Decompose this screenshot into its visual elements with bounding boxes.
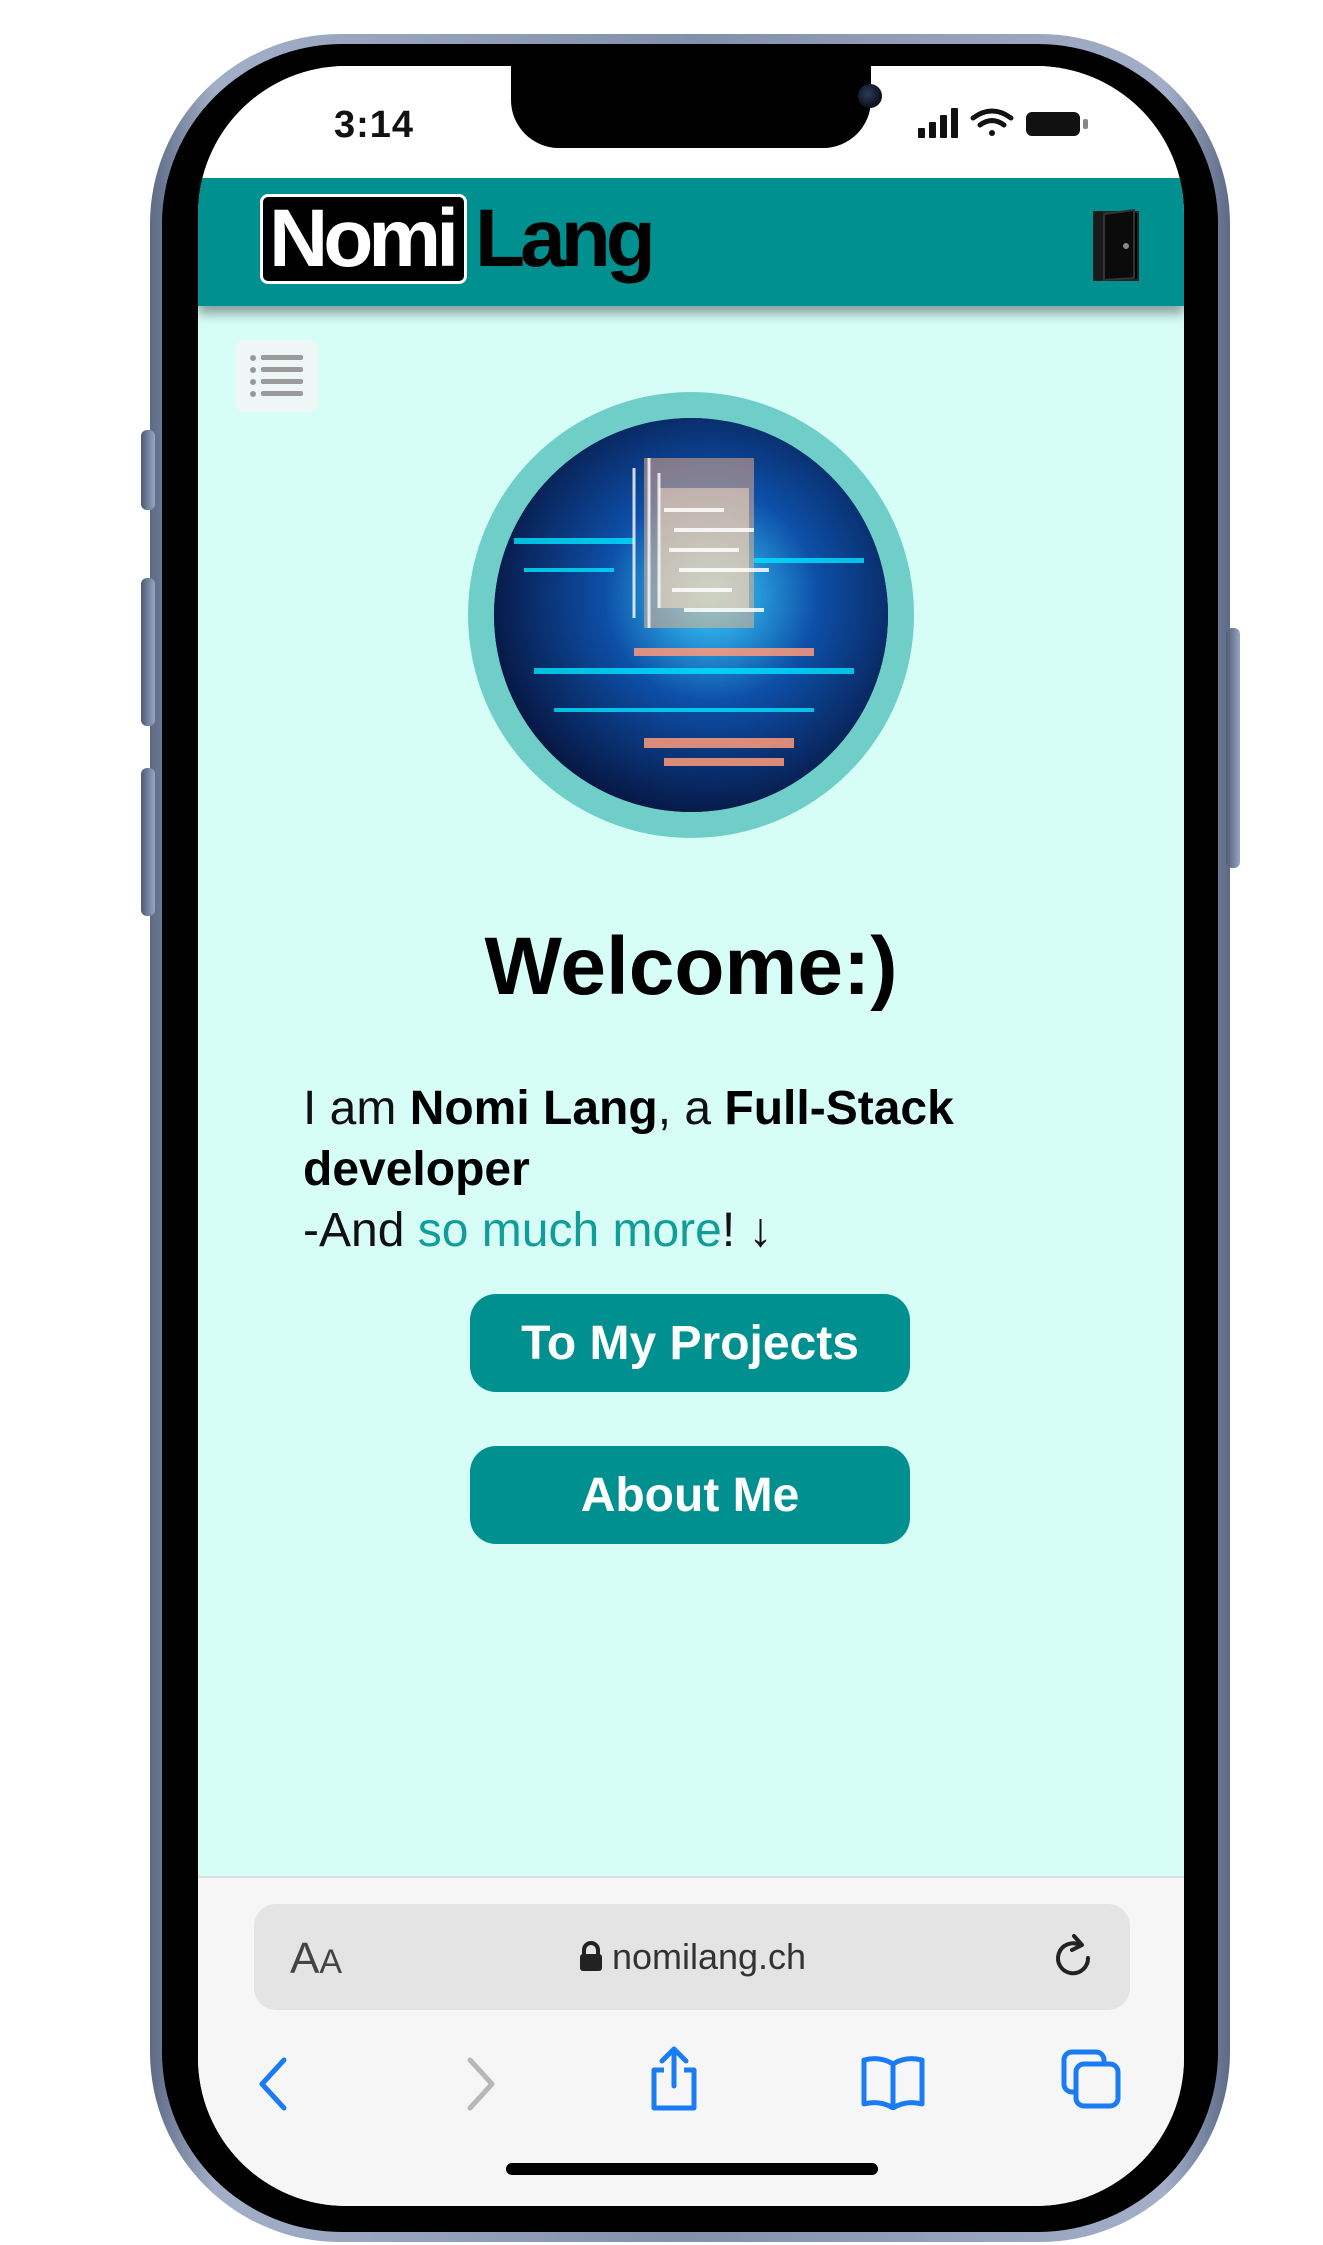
status-bar: 3:14 bbox=[198, 66, 1184, 178]
home-indicator[interactable] bbox=[506, 2163, 878, 2175]
front-camera bbox=[858, 84, 882, 108]
so-much-more-link[interactable]: so much more bbox=[418, 1204, 722, 1257]
status-time: 3:14 bbox=[334, 104, 415, 146]
intro-middle: , a bbox=[657, 1082, 725, 1135]
address-bar[interactable]: AA nomilang.ch bbox=[254, 1904, 1130, 2010]
battery-icon bbox=[1026, 112, 1088, 136]
intro-text: I am Nomi Lang, a Full-Stack developer -… bbox=[303, 1078, 1103, 1261]
volume-down-button bbox=[141, 768, 155, 916]
signal-icon bbox=[918, 108, 958, 138]
url-text: nomilang.ch bbox=[611, 1936, 807, 1977]
tabs-icon[interactable] bbox=[1060, 2048, 1122, 2115]
back-icon[interactable] bbox=[254, 2054, 294, 2119]
phone-screen: 3:14 Nomi Lang Welcome:) I am Nomi Lang,… bbox=[198, 66, 1184, 2206]
logo-plain-text: Lang bbox=[475, 193, 656, 284]
power-button bbox=[1226, 628, 1240, 868]
site-logo[interactable]: Nomi Lang bbox=[260, 193, 656, 284]
intro-line2-prefix: -And bbox=[303, 1204, 418, 1257]
welcome-heading: Welcome:) bbox=[484, 921, 898, 1012]
menu-toggle-button[interactable] bbox=[236, 340, 318, 412]
mute-switch bbox=[141, 430, 155, 510]
wifi-icon bbox=[970, 108, 1014, 136]
bookmarks-icon[interactable] bbox=[860, 2054, 926, 2115]
logo-boxed-text: Nomi bbox=[260, 194, 467, 284]
profile-image-ring bbox=[468, 392, 914, 838]
door-exit-icon[interactable] bbox=[1090, 208, 1142, 287]
forward-icon[interactable] bbox=[460, 2054, 500, 2119]
to-my-projects-button[interactable]: To My Projects bbox=[470, 1294, 910, 1392]
intro-name: Nomi Lang bbox=[409, 1082, 658, 1135]
intro-prefix: I am bbox=[303, 1082, 410, 1135]
about-me-button[interactable]: About Me bbox=[470, 1446, 910, 1544]
profile-image bbox=[494, 418, 888, 812]
url-display[interactable]: nomilang.ch bbox=[254, 1936, 1130, 1978]
site-header: Nomi Lang bbox=[198, 178, 1184, 306]
volume-up-button bbox=[141, 578, 155, 726]
safari-toolbar: AA nomilang.ch bbox=[198, 1876, 1184, 2206]
intro-line2-suffix: ! ↓ bbox=[721, 1204, 773, 1257]
reload-icon[interactable] bbox=[1050, 1930, 1098, 1987]
status-icons bbox=[918, 108, 1098, 138]
share-icon[interactable] bbox=[646, 2046, 702, 2119]
notch bbox=[511, 66, 882, 148]
menu-list-icon bbox=[250, 355, 303, 397]
lock-icon bbox=[579, 1941, 602, 1971]
